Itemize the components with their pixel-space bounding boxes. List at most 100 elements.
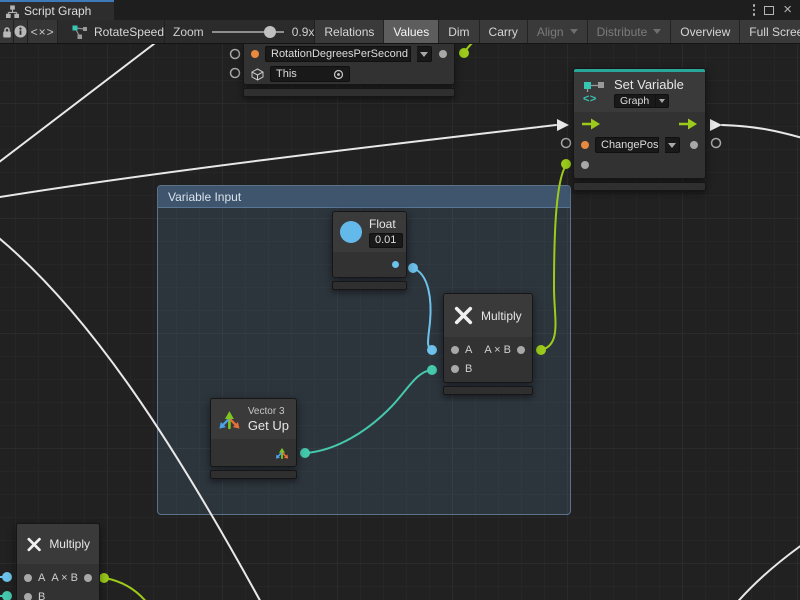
float-value-field[interactable]: 0.01 <box>369 233 403 248</box>
wire-green-multiply-to-setvar-endpoint[interactable] <box>536 345 546 355</box>
node-multiply-2[interactable]: Multiply A A × B B <box>16 523 100 600</box>
node-get-variable[interactable]: RotationDegreesPerSecond This <box>243 44 455 97</box>
result-label: A × B <box>484 344 511 356</box>
result-label: A × B <box>51 572 78 584</box>
graph-icon <box>6 5 19 18</box>
node-set-variable[interactable]: <> Set Variable Graph <box>573 68 706 191</box>
node-footer[interactable] <box>210 470 297 479</box>
node-footer[interactable] <box>443 386 533 395</box>
wire-blue-float-to-multiply-endpoint[interactable] <box>408 263 418 273</box>
button-align[interactable]: Align <box>528 20 588 43</box>
input-a-port[interactable] <box>24 574 32 582</box>
button-dim[interactable]: Dim <box>439 20 479 43</box>
wire-blue-float-to-multiply-endpoint[interactable] <box>427 345 437 355</box>
button-distribute[interactable]: Distribute <box>588 20 672 43</box>
control-flow-row <box>574 112 705 135</box>
variable-name-port[interactable] <box>251 50 259 58</box>
scope-dropdown[interactable]: Graph <box>614 94 656 108</box>
button-carry[interactable]: Carry <box>480 20 528 43</box>
chevron-down-icon <box>659 99 665 103</box>
scope-dropdown-button[interactable] <box>656 94 669 108</box>
node-get-up[interactable]: Vector 3 Get Up <box>210 398 297 479</box>
node-footer[interactable] <box>573 182 706 191</box>
float-output-port[interactable] <box>392 261 399 268</box>
result-port[interactable] <box>517 346 525 354</box>
kebab-menu-icon[interactable] <box>753 4 756 16</box>
unconnected-port-circle[interactable] <box>712 139 721 148</box>
input-b-port[interactable] <box>451 365 459 373</box>
wire-teal-getup-to-multiply[interactable] <box>305 370 432 453</box>
target-object-field[interactable]: This <box>270 66 350 82</box>
node-float[interactable]: Float 0.01 <box>332 211 407 290</box>
wire-green-bottom[interactable] <box>104 578 148 600</box>
wire-teal-getup-to-multiply-endpoint[interactable] <box>300 448 310 458</box>
unconnected-port-circle[interactable] <box>231 69 240 78</box>
set-variable-header[interactable]: <> Set Variable Graph <box>574 72 705 112</box>
tab-script-graph[interactable]: Script Graph <box>0 0 114 20</box>
flow-wire-arrow[interactable] <box>710 119 722 131</box>
wire-green-multiply-to-setvar-endpoint[interactable] <box>561 159 571 169</box>
float-title: Float <box>369 217 403 231</box>
control-output-arrow[interactable] <box>678 118 698 130</box>
node-multiply[interactable]: Multiply A A × B B <box>443 293 533 395</box>
input-b-port[interactable] <box>24 593 32 600</box>
variable-name-port[interactable] <box>581 141 589 149</box>
result-port[interactable] <box>84 574 92 582</box>
unconnected-port-circle[interactable] <box>231 50 240 59</box>
variable-name-dropdown[interactable]: RotationDegreesPerSecond <box>265 46 411 62</box>
unconnected-port-circle[interactable] <box>562 139 571 148</box>
get-up-header[interactable]: Vector 3 Get Up <box>211 399 296 439</box>
wire-white-from-set-variable[interactable] <box>722 125 800 139</box>
maximize-icon[interactable] <box>764 6 774 15</box>
flow-wire-arrow[interactable] <box>557 119 569 131</box>
float-icon <box>340 221 362 243</box>
zoom-slider[interactable] <box>212 31 284 33</box>
button-overview[interactable]: Overview <box>671 20 740 43</box>
zoom-slider-handle[interactable] <box>264 26 276 38</box>
control-input-arrow[interactable] <box>581 118 601 130</box>
vector3-output-port[interactable] <box>275 446 289 460</box>
input-b-label: B <box>38 591 45 600</box>
float-header[interactable]: Float 0.01 <box>333 212 406 252</box>
info-icon <box>14 25 27 38</box>
variable-output-port[interactable] <box>439 50 447 58</box>
button-values[interactable]: Values <box>384 20 439 43</box>
wire-white-bottomright[interactable] <box>734 542 800 600</box>
node-footer[interactable] <box>332 281 407 290</box>
multiply-header[interactable]: Multiply <box>17 524 99 564</box>
variable-name-dropdown-button[interactable] <box>417 46 432 62</box>
input-a-label: A <box>38 572 45 584</box>
close-icon[interactable]: × <box>783 5 792 15</box>
lock-button[interactable] <box>0 20 14 43</box>
multiply-icon <box>26 534 42 555</box>
input-a-port[interactable] <box>451 346 459 354</box>
wire-blue-left-stub-endpoint[interactable] <box>2 572 12 582</box>
wire-teal-getup-to-multiply-endpoint[interactable] <box>427 365 437 375</box>
value-input-port[interactable] <box>581 161 589 169</box>
node-footer[interactable] <box>243 88 455 97</box>
multiply-row-b: B <box>17 587 99 600</box>
window-controls: × <box>753 0 800 20</box>
wire-green-top-stub-endpoint[interactable] <box>459 48 469 58</box>
set-variable-title: Set Variable <box>614 77 684 92</box>
multiply-header[interactable]: Multiply <box>444 294 532 337</box>
variable-name-dropdown-button[interactable] <box>665 137 680 153</box>
button-relations[interactable]: Relations <box>315 20 384 43</box>
chevron-down-icon <box>653 29 661 34</box>
float-output-row <box>333 252 406 277</box>
wire-teal-left-stub-endpoint[interactable] <box>2 591 12 600</box>
object-picker-icon[interactable] <box>333 69 344 80</box>
wire-white-topleft[interactable] <box>0 37 163 166</box>
wire-green-multiply-to-setvar[interactable] <box>541 165 566 350</box>
multiply-row-a: A A × B <box>17 568 99 587</box>
vector3-icon <box>218 408 241 431</box>
variable-name-dropdown[interactable]: ChangePos <box>595 137 659 153</box>
wire-green-bottom-endpoint[interactable] <box>99 573 109 583</box>
target-object-value: This <box>276 68 333 80</box>
wire-white-to-set-variable[interactable] <box>0 125 556 198</box>
button-full-screen[interactable]: Full Screen <box>740 20 800 43</box>
info-button[interactable] <box>14 20 28 43</box>
code-view-button[interactable]: <×> <box>28 20 58 43</box>
wire-blue-float-to-multiply[interactable] <box>413 268 432 350</box>
variable-output-port[interactable] <box>690 141 698 149</box>
